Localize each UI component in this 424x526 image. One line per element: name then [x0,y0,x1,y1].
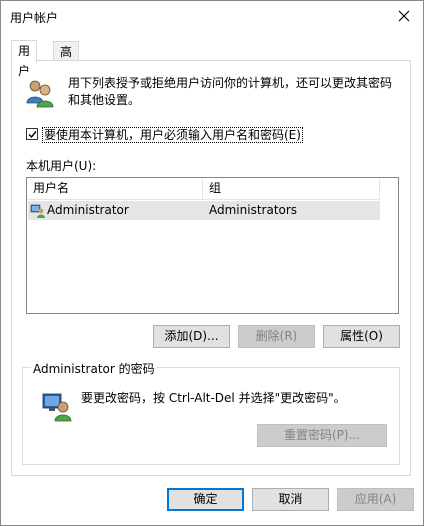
add-user-button[interactable]: 添加(D)... [153,325,230,348]
require-login-checkbox[interactable] [26,128,38,140]
reset-password-button[interactable]: 重置密码(P)... [257,424,387,447]
remove-user-button[interactable]: 删除(R) [238,325,315,348]
window-title: 用户帐户 [10,11,59,25]
user-accounts-dialog: 用户帐户 用户 高级 用下列表授予或拒绝用户访问你的计算机，还可以更改其密码和其… [0,0,424,526]
tab-advanced[interactable]: 高级 [53,41,80,79]
title-bar[interactable]: 用户帐户 [1,1,423,31]
password-group: Administrator 的密码 要更改密码，按 Ctrl-Alt-Del 并… [22,360,400,465]
close-icon [398,10,410,22]
local-users-label: 本机用户(U): [26,159,97,173]
user-account-icon [30,204,45,218]
checkmark-icon [28,131,37,139]
table-row[interactable]: Administrator Administrators [28,201,380,220]
close-button[interactable] [391,3,417,29]
users-icon [26,80,54,108]
row-group: Administrators [209,203,298,217]
column-username[interactable]: 用户名 [27,178,203,199]
users-tab-panel: 用下列表授予或拒绝用户访问你的计算机，还可以更改其密码和其他设置。 要使用本计算… [11,60,411,476]
require-login-label[interactable]: 要使用本计算机，用户必须输入用户名和密码(E) [42,127,303,143]
apply-button[interactable]: 应用(A) [337,488,414,511]
column-group[interactable]: 组 [203,178,380,199]
change-password-icon [42,393,72,422]
properties-button[interactable]: 属性(O) [323,325,400,348]
cancel-button[interactable]: 取消 [252,488,329,511]
list-header: 用户名 组 [27,178,380,200]
intro-text: 用下列表授予或拒绝用户访问你的计算机，还可以更改其密码和其他设置。 [68,76,393,107]
ok-button[interactable]: 确定 [167,488,244,511]
users-list[interactable]: 用户名 组 Administrator Administrators [26,177,399,314]
tab-users[interactable]: 用户 [11,40,38,78]
password-group-title: Administrator 的密码 [31,360,157,377]
row-username: Administrator [47,203,129,217]
password-instructions: 要更改密码，按 Ctrl-Alt-Del 并选择"更改密码"。 [81,391,346,405]
